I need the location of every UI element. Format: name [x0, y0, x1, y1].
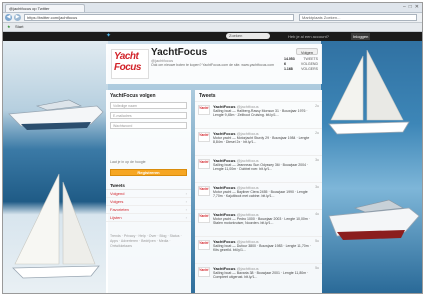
avatar-text: Yacht	[199, 241, 209, 245]
motorboat-right-image	[328, 199, 420, 240]
tweet-item[interactable]: Yacht YachtFocus @jachtfocus 2u Motor ya…	[195, 128, 322, 155]
nav-item-following[interactable]: Volgend ›	[106, 190, 191, 198]
back-icon[interactable]: ◀	[5, 14, 12, 21]
chevron-right-icon: ›	[185, 207, 187, 212]
stat-followers[interactable]: 1.168 VOLGERS	[284, 67, 318, 72]
page-background: ✦ Zoeken Heb je al een account? Inloggen…	[3, 32, 422, 293]
chevron-right-icon: ›	[185, 215, 187, 220]
browser-search-input[interactable]: Marktplaats Zoeken...	[299, 14, 417, 21]
nav-item-label: Volgers	[110, 199, 124, 204]
account-prompt: Heb je al een account?	[288, 34, 329, 39]
twitter-top-bar: ✦ Zoeken Heb je al een account? Inloggen	[3, 32, 422, 41]
tweet-text: Sailing boat — Bavaria 38 · Bouwjaar 200…	[213, 271, 309, 280]
tweet-text: Motor yacht — Pedro 1000 · Bouwjaar 2003…	[213, 217, 310, 226]
avatar-text: Yacht	[199, 187, 209, 191]
timeline-panel: Tweets Yacht YachtFocus @jachtfocus 2u S…	[195, 90, 322, 293]
tweet-item[interactable]: Yacht YachtFocus @jachtfocus 5u Sailing …	[195, 236, 322, 263]
register-button[interactable]: Registreren	[110, 169, 187, 176]
nav-heading[interactable]: Tweets	[106, 182, 191, 190]
address-bar: ◀ ▶ https://twitter.com/jachtfocus Markt…	[3, 13, 422, 23]
signup-panel: YachtFocus volgen Volledige naam E-maila…	[106, 90, 191, 293]
tweet-text: Motor yacht — Motorjacht Sturdy 29 · Bou…	[213, 136, 310, 145]
logo-text-yacht: Yacht	[114, 51, 139, 62]
tweet-avatar[interactable]: Yacht	[198, 267, 210, 277]
window-controls: – □ ✕	[403, 4, 419, 11]
tweet-text: Sailing boat — Jeanneau Sun Odyssey 36i …	[213, 163, 309, 172]
twitter-search-input[interactable]: Zoeken	[226, 33, 270, 39]
follow-button[interactable]: Volgen	[296, 48, 318, 55]
logo-text-focus: Focus	[114, 62, 141, 73]
sailboat-image	[12, 173, 100, 279]
minimize-icon[interactable]: –	[403, 4, 406, 11]
tweet-item[interactable]: Yacht YachtFocus @jachtfocus 4u Motor ya…	[195, 209, 322, 236]
close-icon[interactable]: ✕	[415, 4, 419, 11]
nav-item-lists[interactable]: Lijsten ›	[106, 214, 191, 222]
tab-bar: @jachtfocus op Twitter – □ ✕	[3, 3, 422, 13]
maximize-icon[interactable]: □	[409, 4, 412, 11]
stat-label: VOLGERS	[301, 67, 318, 71]
tweet-item[interactable]: Yacht YachtFocus @jachtfocus 3u Motor ya…	[195, 182, 322, 209]
profile-name: YachtFocus	[151, 47, 208, 58]
email-field[interactable]: E-mailadres	[110, 112, 187, 119]
avatar-text: Yacht	[199, 133, 209, 137]
sailboat-right-image	[328, 50, 410, 135]
nav-item-label: Volgend	[110, 191, 125, 196]
profile-stats: 14.053 TWEETS 6 VOLGEND 1.168 VOLGERS	[284, 57, 318, 72]
tweet-avatar[interactable]: Yacht	[198, 240, 210, 250]
nav-item-followers[interactable]: Volgers ›	[106, 198, 191, 206]
motorboat-image	[8, 99, 104, 130]
profile-bio: Ook om nieuwe boten te kopen? YachtFocus…	[151, 63, 275, 67]
bookmark-star-icon: ★	[7, 24, 11, 29]
tweet-text: Sailing boat — Dufour 3800 · Bouwjaar 19…	[213, 244, 311, 253]
tweet-avatar[interactable]: Yacht	[198, 186, 210, 196]
login-link[interactable]: Inloggen	[351, 33, 371, 40]
profile-avatar[interactable]: Yacht Focus	[111, 49, 149, 79]
tweet-item[interactable]: Yacht YachtFocus @jachtfocus 5u Sailing …	[195, 263, 322, 290]
profile-header: Yacht Focus YachtFocus @jachtfocus Ook o…	[106, 44, 322, 84]
tweet-text: Sailing boat — Hallberg-Rassy Monsun 31 …	[213, 109, 308, 118]
avatar-text: Yacht	[199, 214, 209, 218]
tweet-text: Motor yacht — Bayliner Ciera 2455 · Bouw…	[213, 190, 308, 199]
browser-tab[interactable]: @jachtfocus op Twitter	[5, 4, 85, 12]
tweet-list: Yacht YachtFocus @jachtfocus 2u Sailing …	[195, 101, 322, 290]
avatar-text: Yacht	[199, 160, 209, 164]
tweet-avatar[interactable]: Yacht	[198, 132, 210, 142]
footer-links[interactable]: Trends · Privacy · Help · Over · Blog · …	[110, 234, 187, 249]
forward-icon[interactable]: ▶	[14, 14, 21, 21]
tweet-avatar[interactable]: Yacht	[198, 105, 210, 115]
url-input[interactable]: https://twitter.com/jachtfocus	[24, 14, 294, 21]
browser-window: @jachtfocus op Twitter – □ ✕ ◀ ▶ https:/…	[2, 2, 423, 294]
tweet-avatar[interactable]: Yacht	[198, 159, 210, 169]
bookmark-item[interactable]: Start	[15, 23, 23, 31]
profile-nav: Tweets Volgend › Volgers › Favorieten › Lij…	[106, 182, 191, 222]
chevron-right-icon: ›	[185, 191, 187, 196]
bookmarks-bar: ★ Start	[3, 23, 422, 32]
avatar-text: Yacht	[199, 268, 209, 272]
tweet-avatar[interactable]: Yacht	[198, 213, 210, 223]
tweet-item[interactable]: Yacht YachtFocus @jachtfocus 2u Sailing …	[195, 101, 322, 128]
twitter-bird-icon[interactable]: ✦	[106, 33, 111, 40]
fullname-field[interactable]: Volledige naam	[110, 102, 187, 109]
chevron-right-icon: ›	[185, 199, 187, 204]
remember-checkbox-label[interactable]: Laat je in op de hoogte	[110, 160, 146, 164]
nav-item-favorites[interactable]: Favorieten ›	[106, 206, 191, 214]
timeline-title: Tweets	[199, 93, 216, 99]
avatar-text: Yacht	[199, 106, 209, 110]
tweet-item[interactable]: Yacht YachtFocus @jachtfocus 3u Sailing …	[195, 155, 322, 182]
nav-item-label: Lijsten	[110, 215, 122, 220]
password-field[interactable]: Wachtwoord	[110, 122, 187, 129]
nav-item-label: Favorieten	[110, 207, 129, 212]
signup-title: YachtFocus volgen	[110, 93, 156, 99]
stat-value: 1.168	[284, 67, 293, 71]
